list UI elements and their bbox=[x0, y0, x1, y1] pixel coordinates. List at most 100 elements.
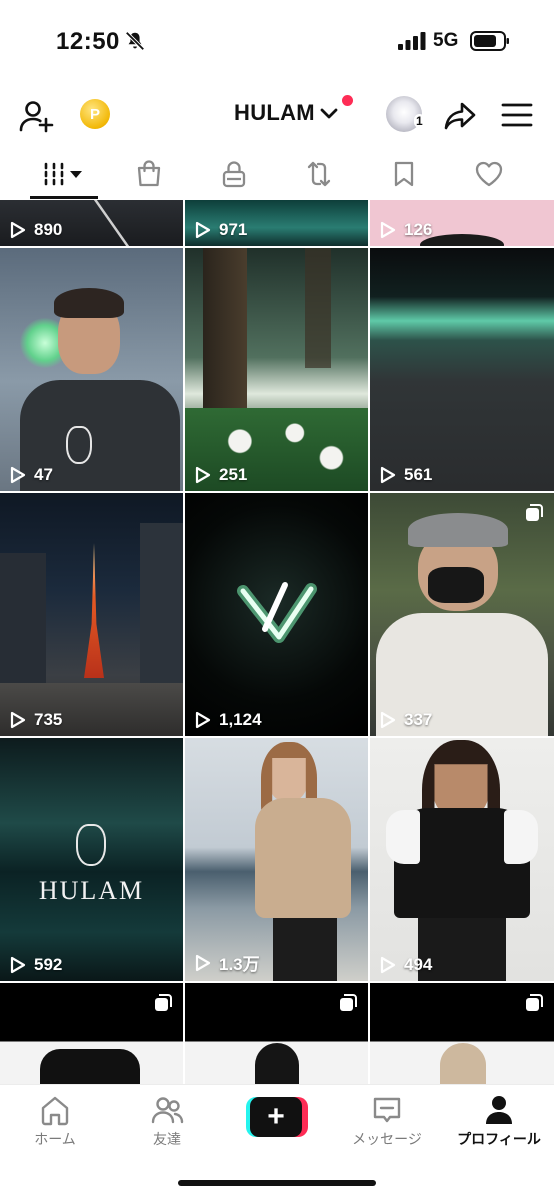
video-thumbnail[interactable]: 1.3万 bbox=[185, 738, 368, 981]
view-count: 735 bbox=[8, 710, 62, 730]
nav-messages-label: メッセージ bbox=[352, 1131, 422, 1147]
video-thumbnail[interactable]: 1,124 bbox=[185, 493, 368, 736]
view-count-text: 494 bbox=[404, 955, 433, 974]
menu-icon[interactable] bbox=[500, 100, 534, 130]
tab-videos[interactable] bbox=[28, 150, 98, 198]
play-icon bbox=[195, 466, 211, 484]
play-icon bbox=[10, 711, 26, 729]
username: HULAM bbox=[234, 100, 315, 125]
repost-icon bbox=[307, 161, 331, 187]
view-count: 890 bbox=[8, 220, 62, 240]
brand-text: HULAM bbox=[38, 876, 145, 905]
coin-symbol: P bbox=[89, 105, 100, 123]
video-thumbnail[interactable]: 890 bbox=[0, 200, 183, 246]
coin-icon[interactable]: P bbox=[80, 99, 110, 129]
chevron-down-icon bbox=[320, 108, 338, 119]
nav-profile-label: プロフィール bbox=[457, 1131, 541, 1147]
video-thumbnail[interactable] bbox=[185, 983, 368, 1084]
active-tab-indicator bbox=[30, 196, 98, 199]
hoodie-shape bbox=[440, 1043, 486, 1084]
view-count-text: 735 bbox=[34, 710, 63, 729]
video-thumbnail[interactable]: 47 bbox=[0, 248, 183, 491]
video-thumbnail[interactable]: 126 bbox=[370, 200, 554, 246]
sleeve-shape bbox=[504, 810, 538, 864]
tokyo-tower bbox=[84, 543, 104, 678]
tab-shop[interactable] bbox=[114, 150, 184, 198]
nav-home-label: ホーム bbox=[34, 1131, 76, 1147]
profile-icon bbox=[486, 1096, 512, 1124]
shopping-bag-icon bbox=[137, 160, 161, 187]
pants-shape bbox=[273, 918, 337, 981]
status-time: 12:50 bbox=[56, 28, 120, 55]
tshirt-shape bbox=[40, 1049, 140, 1084]
video-thumbnail[interactable]: 494 bbox=[370, 738, 554, 981]
video-thumbnail[interactable] bbox=[370, 983, 554, 1084]
road-line bbox=[93, 200, 130, 246]
multi-photo-icon bbox=[340, 994, 357, 1011]
tab-favorites[interactable] bbox=[369, 150, 439, 198]
tab-reposts[interactable] bbox=[284, 150, 354, 198]
video-thumbnail[interactable]: 735 bbox=[0, 493, 183, 736]
view-count-text: 47 bbox=[34, 465, 53, 484]
sleeve-shape bbox=[386, 810, 420, 864]
view-count: 251 bbox=[193, 465, 247, 485]
view-count: 561 bbox=[378, 465, 432, 485]
plus-icon: + bbox=[250, 1097, 302, 1137]
view-count: 1,124 bbox=[193, 710, 262, 730]
view-count: 971 bbox=[193, 220, 247, 240]
play-icon bbox=[10, 956, 26, 974]
video-thumbnail[interactable]: 971 bbox=[185, 200, 368, 246]
view-count-text: 890 bbox=[34, 220, 63, 239]
tab-private[interactable] bbox=[199, 150, 269, 198]
tree-trunk bbox=[305, 248, 331, 368]
view-count: 47 bbox=[8, 465, 53, 485]
view-count: 494 bbox=[378, 955, 432, 975]
video-thumbnail[interactable]: HULAM 592 bbox=[0, 738, 183, 981]
mask-shape bbox=[428, 567, 484, 603]
nav-friends[interactable]: 友達 bbox=[112, 1093, 222, 1149]
view-count-text: 561 bbox=[404, 465, 433, 484]
video-thumbnail[interactable]: 561 bbox=[370, 248, 554, 491]
view-count-text: 592 bbox=[34, 955, 63, 974]
video-thumbnail[interactable]: 251 bbox=[185, 248, 368, 491]
video-thumbnail[interactable]: 337 bbox=[370, 493, 554, 736]
battery-icon bbox=[470, 31, 509, 51]
multi-photo-icon bbox=[155, 994, 172, 1011]
play-icon bbox=[10, 466, 26, 484]
view-count-text: 251 bbox=[219, 465, 248, 484]
signal-icon bbox=[398, 32, 426, 50]
building bbox=[140, 523, 183, 703]
collar-shape bbox=[420, 234, 504, 246]
view-count: 337 bbox=[378, 710, 432, 730]
profile-header: P HULAM 1 bbox=[0, 88, 554, 144]
heart-icon bbox=[475, 161, 503, 187]
nav-home[interactable]: ホーム bbox=[0, 1093, 110, 1149]
tab-liked[interactable] bbox=[454, 150, 524, 198]
message-icon bbox=[373, 1097, 401, 1123]
multi-photo-icon bbox=[526, 994, 543, 1011]
avatar-badge: 1 bbox=[414, 114, 425, 128]
nav-friends-label: 友達 bbox=[153, 1131, 181, 1147]
nav-messages[interactable]: メッセージ bbox=[332, 1093, 442, 1149]
friends-icon bbox=[151, 1097, 184, 1124]
status-bar: 12:50 5G bbox=[0, 0, 554, 80]
create-button[interactable]: + bbox=[246, 1097, 308, 1137]
video-grid: 890 971 126 47 251 561 735 1,124 337 HUL… bbox=[0, 200, 554, 1084]
hair-shape bbox=[54, 288, 124, 318]
add-friend-icon[interactable] bbox=[18, 98, 54, 134]
hulam-emblem bbox=[76, 824, 106, 866]
grid-sort-icon bbox=[44, 162, 82, 186]
lock-icon bbox=[222, 161, 246, 188]
view-count: 592 bbox=[8, 955, 62, 975]
play-icon bbox=[380, 956, 396, 974]
account-switcher[interactable]: HULAM bbox=[234, 98, 339, 128]
tree-trunk bbox=[203, 248, 247, 418]
play-icon bbox=[380, 221, 396, 239]
nav-profile[interactable]: プロフィール bbox=[444, 1093, 554, 1149]
view-count: 126 bbox=[378, 220, 432, 240]
video-thumbnail[interactable] bbox=[0, 983, 183, 1084]
hulam-emblem bbox=[66, 426, 92, 464]
cap-shape bbox=[408, 513, 508, 547]
share-icon[interactable] bbox=[442, 98, 478, 134]
bell-off-icon bbox=[125, 31, 145, 51]
